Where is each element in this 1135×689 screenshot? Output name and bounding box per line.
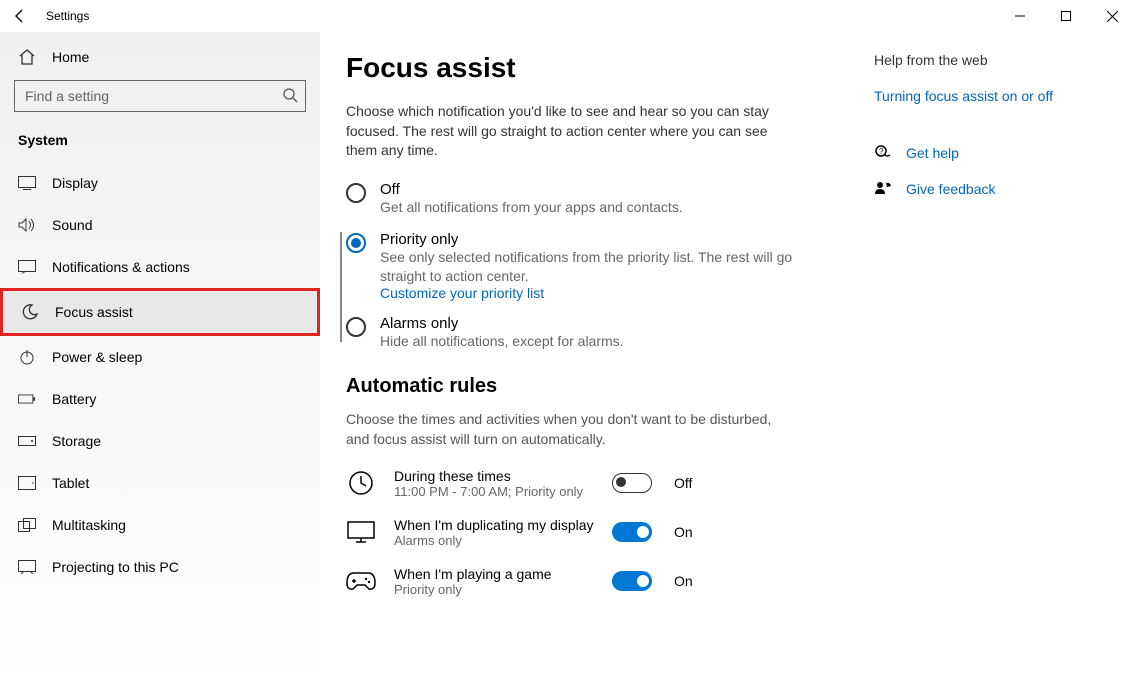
sidebar-home-label: Home xyxy=(52,49,89,65)
get-help-icon: ? xyxy=(874,144,892,162)
sidebar-item-label: Storage xyxy=(52,433,101,449)
page-description: Choose which notification you'd like to … xyxy=(346,102,786,161)
svg-text:?: ? xyxy=(879,147,884,156)
rule-display-state: On xyxy=(674,524,693,540)
radio-alarms-sub: Hide all notifications, except for alarm… xyxy=(380,332,834,351)
search-icon xyxy=(282,87,298,103)
radio-off-sub: Get all notifications from your apps and… xyxy=(380,198,834,217)
automatic-rules-description: Choose the times and activities when you… xyxy=(346,410,786,449)
sidebar-item-projecting[interactable]: Projecting to this PC xyxy=(0,546,320,588)
sidebar-item-multitasking[interactable]: Multitasking xyxy=(0,504,320,546)
rule-game-state: On xyxy=(674,573,693,589)
focus-assist-icon xyxy=(21,303,39,321)
rule-playing-game[interactable]: When I'm playing a game Priority only On xyxy=(346,566,834,597)
monitor-icon xyxy=(346,517,376,547)
sidebar-item-label: Focus assist xyxy=(55,304,133,320)
radio-alarms-title: Alarms only xyxy=(380,315,834,332)
rule-duplicate-display[interactable]: When I'm duplicating my display Alarms o… xyxy=(346,517,834,548)
sidebar-item-battery[interactable]: Battery xyxy=(0,378,320,420)
help-heading: Help from the web xyxy=(874,52,1104,68)
rule-times-toggle[interactable] xyxy=(612,473,652,493)
give-feedback-link[interactable]: Give feedback xyxy=(906,181,996,197)
rule-game-toggle[interactable] xyxy=(612,571,652,591)
sidebar-home[interactable]: Home xyxy=(0,38,320,80)
radio-off-title: Off xyxy=(380,181,834,198)
sidebar-item-sound[interactable]: Sound xyxy=(0,204,320,246)
multitasking-icon xyxy=(18,516,36,534)
maximize-button[interactable] xyxy=(1043,0,1089,32)
sidebar-item-display[interactable]: Display xyxy=(0,162,320,204)
give-feedback-row[interactable]: Give feedback xyxy=(874,180,1104,198)
automatic-rules-heading: Automatic rules xyxy=(346,375,834,398)
projecting-icon xyxy=(18,558,36,576)
sidebar-item-focus-assist[interactable]: Focus assist xyxy=(0,288,320,336)
display-icon xyxy=(18,174,36,192)
sidebar-item-tablet[interactable]: Tablet xyxy=(0,462,320,504)
sidebar-item-notifications[interactable]: Notifications & actions xyxy=(0,246,320,288)
help-panel: Help from the web Turning focus assist o… xyxy=(864,52,1104,689)
radio-alarms-only[interactable]: Alarms only Hide all notifications, exce… xyxy=(346,315,834,351)
radio-off[interactable]: Off Get all notifications from your apps… xyxy=(346,181,834,217)
clock-icon xyxy=(346,468,376,498)
rule-display-toggle[interactable] xyxy=(612,522,652,542)
home-icon xyxy=(18,48,36,66)
window-title: Settings xyxy=(46,9,89,23)
scroll-indicator[interactable] xyxy=(340,232,342,342)
sidebar-item-label: Tablet xyxy=(52,475,89,491)
sidebar-item-label: Projecting to this PC xyxy=(52,559,179,575)
rule-times-state: Off xyxy=(674,475,692,491)
focus-mode-radio-group: Off Get all notifications from your apps… xyxy=(346,181,834,352)
radio-icon xyxy=(346,183,366,203)
sidebar-item-label: Power & sleep xyxy=(52,349,142,365)
power-icon xyxy=(18,348,36,366)
rule-during-times[interactable]: During these times 11:00 PM - 7:00 AM; P… xyxy=(346,468,834,499)
back-button[interactable] xyxy=(12,8,28,24)
sidebar-section-label: System xyxy=(0,128,320,162)
sidebar-item-label: Sound xyxy=(52,217,92,233)
get-help-row[interactable]: ? Get help xyxy=(874,144,1104,162)
sidebar-item-label: Notifications & actions xyxy=(52,259,190,275)
rule-times-title: During these times xyxy=(394,468,594,484)
search-input[interactable] xyxy=(14,80,306,112)
rule-display-sub: Alarms only xyxy=(394,533,594,548)
radio-icon xyxy=(346,233,366,253)
sidebar-item-label: Battery xyxy=(52,391,96,407)
titlebar: Settings xyxy=(0,0,1135,32)
battery-icon xyxy=(18,390,36,408)
get-help-link[interactable]: Get help xyxy=(906,145,959,161)
sidebar-item-label: Multitasking xyxy=(52,517,126,533)
close-button[interactable] xyxy=(1089,0,1135,32)
feedback-icon xyxy=(874,180,892,198)
minimize-button[interactable] xyxy=(997,0,1043,32)
radio-priority-sub: See only selected notifications from the… xyxy=(380,248,834,286)
radio-priority-only[interactable]: Priority only See only selected notifica… xyxy=(346,231,834,302)
sidebar-item-label: Display xyxy=(52,175,98,191)
main-content: Focus assist Choose which notification y… xyxy=(344,52,864,689)
sidebar-item-power-sleep[interactable]: Power & sleep xyxy=(0,336,320,378)
help-link-focus-assist[interactable]: Turning focus assist on or off xyxy=(874,88,1104,104)
radio-icon xyxy=(346,317,366,337)
tablet-icon xyxy=(18,474,36,492)
page-title: Focus assist xyxy=(346,52,834,84)
sidebar-item-storage[interactable]: Storage xyxy=(0,420,320,462)
gamepad-icon xyxy=(346,566,376,596)
notifications-icon xyxy=(18,258,36,276)
rule-display-title: When I'm duplicating my display xyxy=(394,517,594,533)
radio-priority-title: Priority only xyxy=(380,231,834,248)
customize-priority-link[interactable]: Customize your priority list xyxy=(380,285,834,301)
storage-icon xyxy=(18,432,36,450)
sidebar: Home System Display Sound Notifications … xyxy=(0,32,320,689)
sound-icon xyxy=(18,216,36,234)
rule-times-sub: 11:00 PM - 7:00 AM; Priority only xyxy=(394,484,594,499)
rule-game-sub: Priority only xyxy=(394,582,594,597)
rule-game-title: When I'm playing a game xyxy=(394,566,594,582)
